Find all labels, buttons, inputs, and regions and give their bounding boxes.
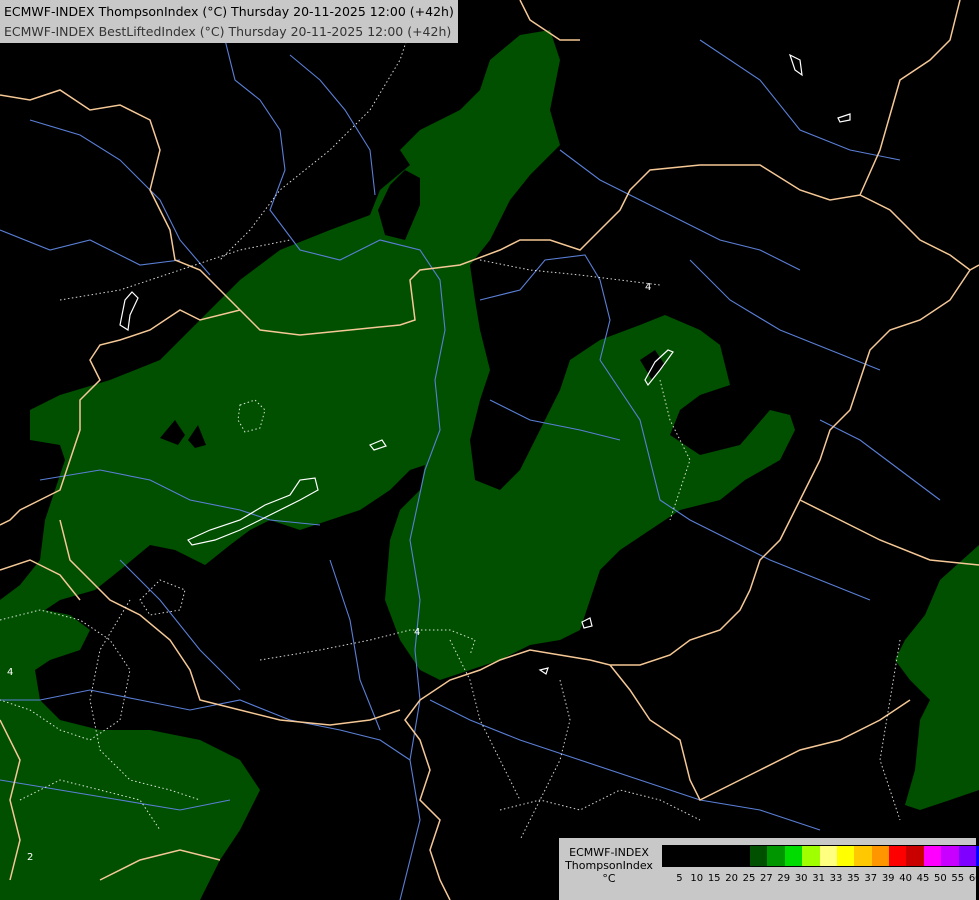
- legend-swatch: [941, 846, 959, 866]
- legend-tick-label: 10: [690, 873, 704, 884]
- map-title-box: ECMWF-INDEX ThompsonIndex (°C) Thursday …: [0, 0, 458, 43]
- legend-swatch: [958, 846, 977, 866]
- legend-swatch: [871, 846, 890, 866]
- legend-tick-label: 45: [916, 873, 930, 884]
- legend-color-scale: [662, 845, 979, 867]
- legend-tick-label: 33: [829, 873, 843, 884]
- legend-tick-label: 20: [725, 873, 738, 884]
- legend-model: ECMWF-INDEX: [569, 846, 649, 859]
- contour-label-2: 4: [414, 627, 420, 638]
- legend-tick-label: 15: [707, 873, 721, 884]
- contour-label-3: 4: [7, 667, 13, 678]
- legend-tick-label: 39: [881, 873, 895, 884]
- legend-tick-label: 5: [676, 873, 683, 884]
- legend-swatch: [906, 846, 924, 866]
- legend-swatch: [836, 846, 855, 866]
- legend-swatch: [680, 846, 698, 866]
- legend-swatch: [784, 846, 803, 866]
- legend-swatch: [854, 846, 872, 866]
- legend-tick-label: 60: [968, 873, 979, 884]
- legend-tick-label: 40: [899, 873, 912, 884]
- weather-map: 4 4 4 2: [0, 0, 979, 900]
- legend-tick-label: 31: [812, 873, 825, 884]
- legend-variable: ThompsonIndex: [565, 859, 653, 872]
- legend-swatch: [749, 846, 768, 866]
- legend-swatch: [889, 846, 907, 866]
- legend-label: ECMWF-INDEX ThompsonIndex °C: [559, 846, 659, 885]
- legend-swatch: [697, 846, 716, 866]
- title-best-lifted-index: ECMWF-INDEX BestLiftedIndex (°C) Thursda…: [4, 24, 452, 39]
- legend-swatch: [732, 846, 750, 866]
- title-thompson-index: ECMWF-INDEX ThompsonIndex (°C) Thursday …: [4, 4, 454, 19]
- legend-tick-label: 25: [742, 873, 756, 884]
- legend-tick-label: 27: [760, 873, 773, 884]
- legend-tick-label: 55: [951, 873, 965, 884]
- legend-tick-label: 29: [777, 873, 791, 884]
- legend-tick-label: 37: [864, 873, 878, 884]
- legend-unit: °C: [602, 872, 616, 885]
- legend-swatch: [923, 846, 942, 866]
- legend-tick-label: 30: [794, 873, 808, 884]
- legend-swatch: [767, 846, 785, 866]
- contour-label-1: 4: [645, 282, 651, 293]
- contour-label-4: 2: [27, 852, 33, 863]
- legend-tick-label: 50: [934, 873, 947, 884]
- color-legend: ECMWF-INDEX ThompsonIndex °C 5 10 15 20 25 27…: [559, 838, 979, 900]
- legend-swatch: [819, 846, 837, 866]
- legend-swatch: [715, 846, 733, 866]
- legend-tick-label: 35: [847, 873, 860, 884]
- legend-tick-labels: 5 10 15 20 25 27 29 30 31 33 35 37 39 40 45 50 55 60: [669, 873, 979, 887]
- legend-swatch: [663, 846, 681, 866]
- legend-swatch: [802, 846, 820, 866]
